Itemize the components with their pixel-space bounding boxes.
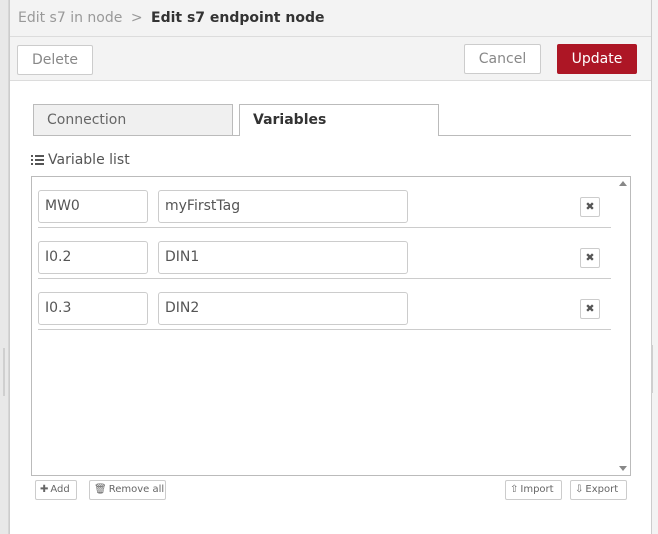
- variable-list-heading: Variable list: [31, 152, 130, 168]
- breadcrumb-parent-link[interactable]: Edit s7 in node: [18, 10, 122, 26]
- add-button[interactable]: ✚ Add: [35, 480, 77, 500]
- remove-all-button[interactable]: 🗑 Remove all: [89, 480, 166, 500]
- trash-icon: 🗑: [94, 484, 107, 495]
- variable-list[interactable]: MW0 myFirstTag ✖ I0.2 DIN1 ✖ I0.3 DIN2 ✖: [31, 176, 631, 476]
- export-label: Export: [585, 484, 619, 495]
- page-title: Edit s7 endpoint node: [151, 10, 325, 26]
- workspace-edge: [0, 0, 9, 534]
- variable-name-input[interactable]: DIN2: [158, 292, 408, 325]
- tab-variables[interactable]: Variables: [239, 104, 439, 136]
- variable-address-input[interactable]: I0.3: [38, 292, 148, 325]
- delete-button[interactable]: Delete: [17, 45, 93, 75]
- breadcrumb: Edit s7 in node > Edit s7 endpoint node: [10, 0, 651, 37]
- list-scrollbar[interactable]: [616, 177, 630, 475]
- cancel-button[interactable]: Cancel: [464, 44, 541, 74]
- upload-icon: ⇧: [510, 484, 519, 495]
- list-item: I0.2 DIN1 ✖: [38, 228, 611, 279]
- variable-name-input[interactable]: myFirstTag: [158, 190, 408, 223]
- variable-list-label: Variable list: [48, 152, 130, 168]
- resize-handle-right[interactable]: [651, 345, 653, 393]
- list-icon: [31, 154, 44, 166]
- list-item: MW0 myFirstTag ✖: [38, 177, 611, 228]
- variable-name-input[interactable]: DIN1: [158, 241, 408, 274]
- resize-handle-left[interactable]: [3, 348, 5, 396]
- add-label: Add: [50, 484, 70, 495]
- close-icon[interactable]: ✖: [580, 299, 600, 319]
- breadcrumb-separator: >: [130, 10, 143, 26]
- tab-bar: Connection Variables: [33, 104, 631, 136]
- close-icon[interactable]: ✖: [580, 248, 600, 268]
- import-label: Import: [520, 484, 554, 495]
- list-item: I0.3 DIN2 ✖: [38, 279, 611, 330]
- update-button[interactable]: Update: [557, 44, 637, 74]
- export-button[interactable]: ⇩ Export: [570, 480, 627, 500]
- scroll-up-arrow-icon[interactable]: [619, 181, 627, 186]
- plus-icon: ✚: [40, 484, 49, 495]
- tray-toolbar: Delete Cancel Update: [10, 37, 651, 81]
- download-icon: ⇩: [575, 484, 584, 495]
- edit-tray: Edit s7 in node > Edit s7 endpoint node …: [9, 0, 652, 534]
- tab-connection[interactable]: Connection: [33, 104, 233, 135]
- variable-address-input[interactable]: I0.2: [38, 241, 148, 274]
- remove-all-label: Remove all: [108, 484, 165, 495]
- close-icon[interactable]: ✖: [580, 197, 600, 217]
- variable-address-input[interactable]: MW0: [38, 190, 148, 223]
- scroll-down-arrow-icon[interactable]: [619, 466, 627, 471]
- import-button[interactable]: ⇧ Import: [505, 480, 562, 500]
